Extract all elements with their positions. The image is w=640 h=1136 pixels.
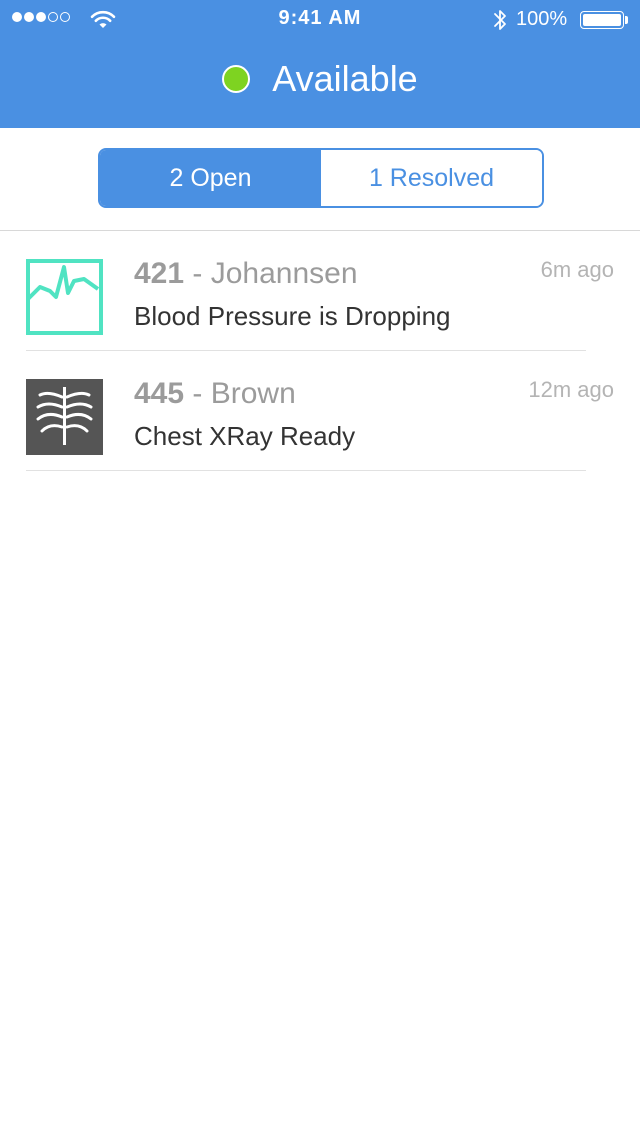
- status-dot-icon: [222, 65, 251, 93]
- list-item[interactable]: 421 - Johannsen Blood Pressure is Droppi…: [0, 231, 640, 351]
- alert-time: 6m ago: [540, 257, 614, 282]
- availability-toggle[interactable]: Available: [0, 58, 640, 100]
- tab-resolved[interactable]: 1 Resolved: [321, 150, 542, 206]
- tab-open[interactable]: 2 Open: [100, 150, 321, 206]
- patient-name: Johannsen: [210, 257, 358, 290]
- alert-time: 12m ago: [528, 377, 614, 402]
- availability-label: Available: [272, 58, 418, 99]
- divider: [26, 470, 586, 471]
- xray-ribcage-icon: [26, 379, 103, 455]
- patient-room-number: 445: [134, 377, 185, 410]
- patient-name: Brown: [210, 377, 296, 410]
- bluetooth-icon: [494, 10, 506, 30]
- list-item[interactable]: 445 - Brown Chest XRay Ready 12m ago: [0, 351, 640, 471]
- alert-message: Blood Pressure is Dropping: [134, 301, 451, 331]
- status-bar: 9:41 AM 100%: [0, 0, 640, 40]
- title-separator: -: [184, 257, 211, 290]
- patient-room-number: 421: [134, 257, 185, 290]
- alert-message: Chest XRay Ready: [134, 421, 356, 451]
- chart-line-icon: [26, 259, 103, 335]
- item-title: 445 - Brown: [134, 377, 296, 411]
- alerts-list: 421 - Johannsen Blood Pressure is Droppi…: [0, 231, 640, 471]
- battery-percentage: 100%: [516, 8, 568, 30]
- segmented-control: 2 Open 1 Resolved: [98, 148, 544, 208]
- app-header: 9:41 AM 100% Available: [0, 0, 640, 128]
- battery-icon: [580, 11, 630, 29]
- item-title: 421 - Johannsen: [134, 257, 358, 291]
- title-separator: -: [184, 377, 211, 410]
